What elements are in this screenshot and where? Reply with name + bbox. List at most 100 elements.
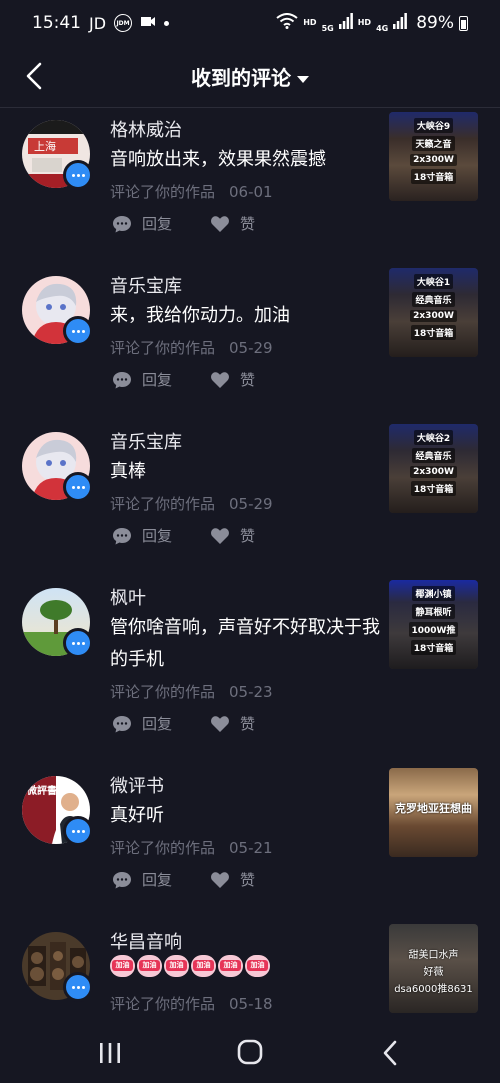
like-label: 赞 (240, 215, 256, 233)
comment-date: 05-29 (229, 339, 273, 357)
comment-username[interactable]: 音乐宝库 (110, 272, 182, 298)
comment-date: 05-18 (229, 995, 273, 1013)
reply-button[interactable]: 回复 (112, 525, 172, 546)
back-nav-icon (383, 1040, 397, 1066)
thumb-line: 大峡谷1 (413, 274, 454, 289)
reply-label: 回复 (142, 527, 173, 545)
reply-label: 回复 (142, 871, 173, 889)
comment-action: 评论了你的作品 (110, 183, 216, 201)
like-label: 赞 (240, 715, 256, 733)
comment-badge-icon (63, 472, 93, 502)
reply-label: 回复 (142, 715, 173, 733)
hd-label-1: HD (303, 18, 317, 27)
video-thumbnail[interactable]: 大峡谷9 天籁之音 2x300W 18寸音箱 (389, 112, 478, 201)
emoji-label: 加油 (193, 960, 214, 971)
comment-meta: 评论了你的作品 06-01 (110, 181, 273, 202)
net-label-2: 4G (376, 23, 389, 33)
like-label: 赞 (240, 871, 256, 889)
comment-item[interactable]: 音乐宝库 真棒 评论了你的作品 05-29 回复 赞 大峡谷2 经典音乐 2x30… (0, 420, 500, 576)
like-label: 赞 (240, 371, 256, 389)
page-title-dropdown[interactable]: 收到的评论 (0, 62, 500, 91)
thumb-line: 18寸音箱 (410, 169, 457, 184)
reply-button[interactable]: 回复 (112, 713, 172, 734)
comment-username[interactable]: 微评书 (110, 772, 164, 798)
battery-icon (459, 15, 468, 31)
like-button[interactable]: 赞 (210, 713, 255, 734)
comment-action: 评论了你的作品 (110, 683, 216, 701)
comment-list[interactable]: 上海 格林威治 音响放出来，效果果然震撼 评论了你的作品 06-01 回复 赞 大… (0, 108, 500, 1022)
thumb-line: 大峡谷9 (413, 118, 454, 133)
emoji-label: 加油 (139, 960, 160, 971)
comment-item[interactable]: 华昌音响 加油 加油 加油 加油 加油 加油 评论了你的作品 05-18 甜美口水声 好薇 … (0, 920, 500, 1022)
emoji-label: 加油 (166, 960, 187, 971)
home-icon (237, 1039, 263, 1065)
comment-badge-icon (63, 972, 93, 1002)
thumb-line: dsa6000推8631 (394, 984, 473, 995)
comment-text: 管你啥音响，声音好不好取决于我的手机 (110, 617, 380, 670)
comment-actions: 回复 赞 (112, 525, 255, 546)
comment-item[interactable]: 微評書 微评书 真好听 评论了你的作品 05-21 回复 赞 克罗地亚狂想曲 (0, 764, 500, 920)
like-button[interactable]: 赞 (210, 369, 255, 390)
comment-item[interactable]: 上海 格林威治 音响放出来，效果果然震撼 评论了你的作品 06-01 回复 赞 大… (0, 108, 500, 264)
video-thumbnail[interactable]: 甜美口水声 好薇 dsa6000推8631 (389, 924, 478, 1013)
cheer-emoji-icon: 加油 (218, 955, 243, 977)
comment-item[interactable]: 音乐宝库 来，我给你动力。加油 评论了你的作品 05-29 回复 赞 大峡谷1 经… (0, 264, 500, 420)
like-button[interactable]: 赞 (210, 525, 255, 546)
comment-date: 05-21 (229, 839, 273, 857)
thumb-caption: 克罗地亚狂想曲 (395, 802, 472, 815)
notification-dot-icon (164, 20, 170, 26)
comment-action: 评论了你的作品 (110, 995, 216, 1013)
recent-apps-button[interactable] (90, 1036, 130, 1070)
status-bar: 15:41 JD JDM HD 5G HD 4G 89% (0, 0, 500, 46)
heart-icon (211, 871, 229, 888)
thumb-line: 静耳根听 (412, 604, 455, 619)
comment-username[interactable]: 华昌音响 (110, 928, 182, 954)
back-nav-button[interactable] (370, 1036, 410, 1070)
emoji-row: 加油 加油 加油 加油 加油 加油 (110, 955, 270, 977)
video-thumbnail[interactable]: 椰渊小镇 静耳根听 1000W推 18寸音箱 (389, 580, 478, 669)
heart-icon (211, 527, 229, 544)
reply-button[interactable]: 回复 (112, 869, 172, 890)
cheer-emoji-icon: 加油 (110, 955, 135, 977)
comment-meta: 评论了你的作品 05-29 (110, 337, 273, 358)
emoji-label: 加油 (112, 960, 133, 971)
thumb-line: 经典音乐 (412, 292, 455, 307)
reply-button[interactable]: 回复 (112, 369, 172, 390)
reply-bubble-icon (113, 871, 131, 888)
thumb-line: 1000W推 (408, 622, 459, 637)
top-header: 收到的评论 (0, 46, 500, 108)
thumb-line: 18寸音箱 (410, 640, 457, 655)
jd-app-icon: JDM (114, 14, 133, 32)
reply-button[interactable]: 回复 (112, 213, 172, 234)
thumb-line: 大峡谷2 (413, 430, 454, 445)
thumb-line: 18寸音箱 (410, 481, 457, 496)
emoji-label: 加油 (247, 960, 268, 971)
like-label: 赞 (240, 527, 256, 545)
thumb-line: 18寸音箱 (410, 325, 457, 340)
video-thumbnail[interactable]: 大峡谷2 经典音乐 2x300W 18寸音箱 (389, 424, 478, 513)
avatar-logo-text: 微評書 (26, 784, 57, 797)
comment-text: 音响放出来，效果果然震撼 (110, 149, 326, 170)
status-time: 15:41 (32, 13, 81, 33)
comment-username[interactable]: 音乐宝库 (110, 428, 182, 454)
like-button[interactable]: 赞 (210, 213, 255, 234)
home-button[interactable] (230, 1036, 270, 1070)
thumb-line: 2x300W (410, 466, 457, 478)
like-button[interactable]: 赞 (210, 869, 255, 890)
video-thumbnail[interactable]: 克罗地亚狂想曲 (389, 768, 478, 857)
net-label-1: 5G (321, 23, 334, 33)
heart-icon (211, 215, 229, 232)
comment-item[interactable]: 枫叶 管你啥音响，声音好不好取决于我的手机 评论了你的作品 05-23 回复 赞 … (0, 576, 500, 764)
comment-username[interactable]: 格林威治 (110, 116, 182, 142)
comment-action: 评论了你的作品 (110, 495, 216, 513)
comment-badge-icon (63, 316, 93, 346)
wifi-icon (276, 12, 298, 34)
battery-percent: 89% (416, 13, 454, 33)
video-thumbnail[interactable]: 大峡谷1 经典音乐 2x300W 18寸音箱 (389, 268, 478, 357)
comment-username[interactable]: 枫叶 (110, 584, 146, 610)
thumb-line: 2x300W (410, 154, 457, 166)
reply-label: 回复 (142, 371, 173, 389)
reply-label: 回复 (142, 215, 173, 233)
comment-badge-icon (63, 816, 93, 846)
reply-bubble-icon (113, 371, 131, 388)
